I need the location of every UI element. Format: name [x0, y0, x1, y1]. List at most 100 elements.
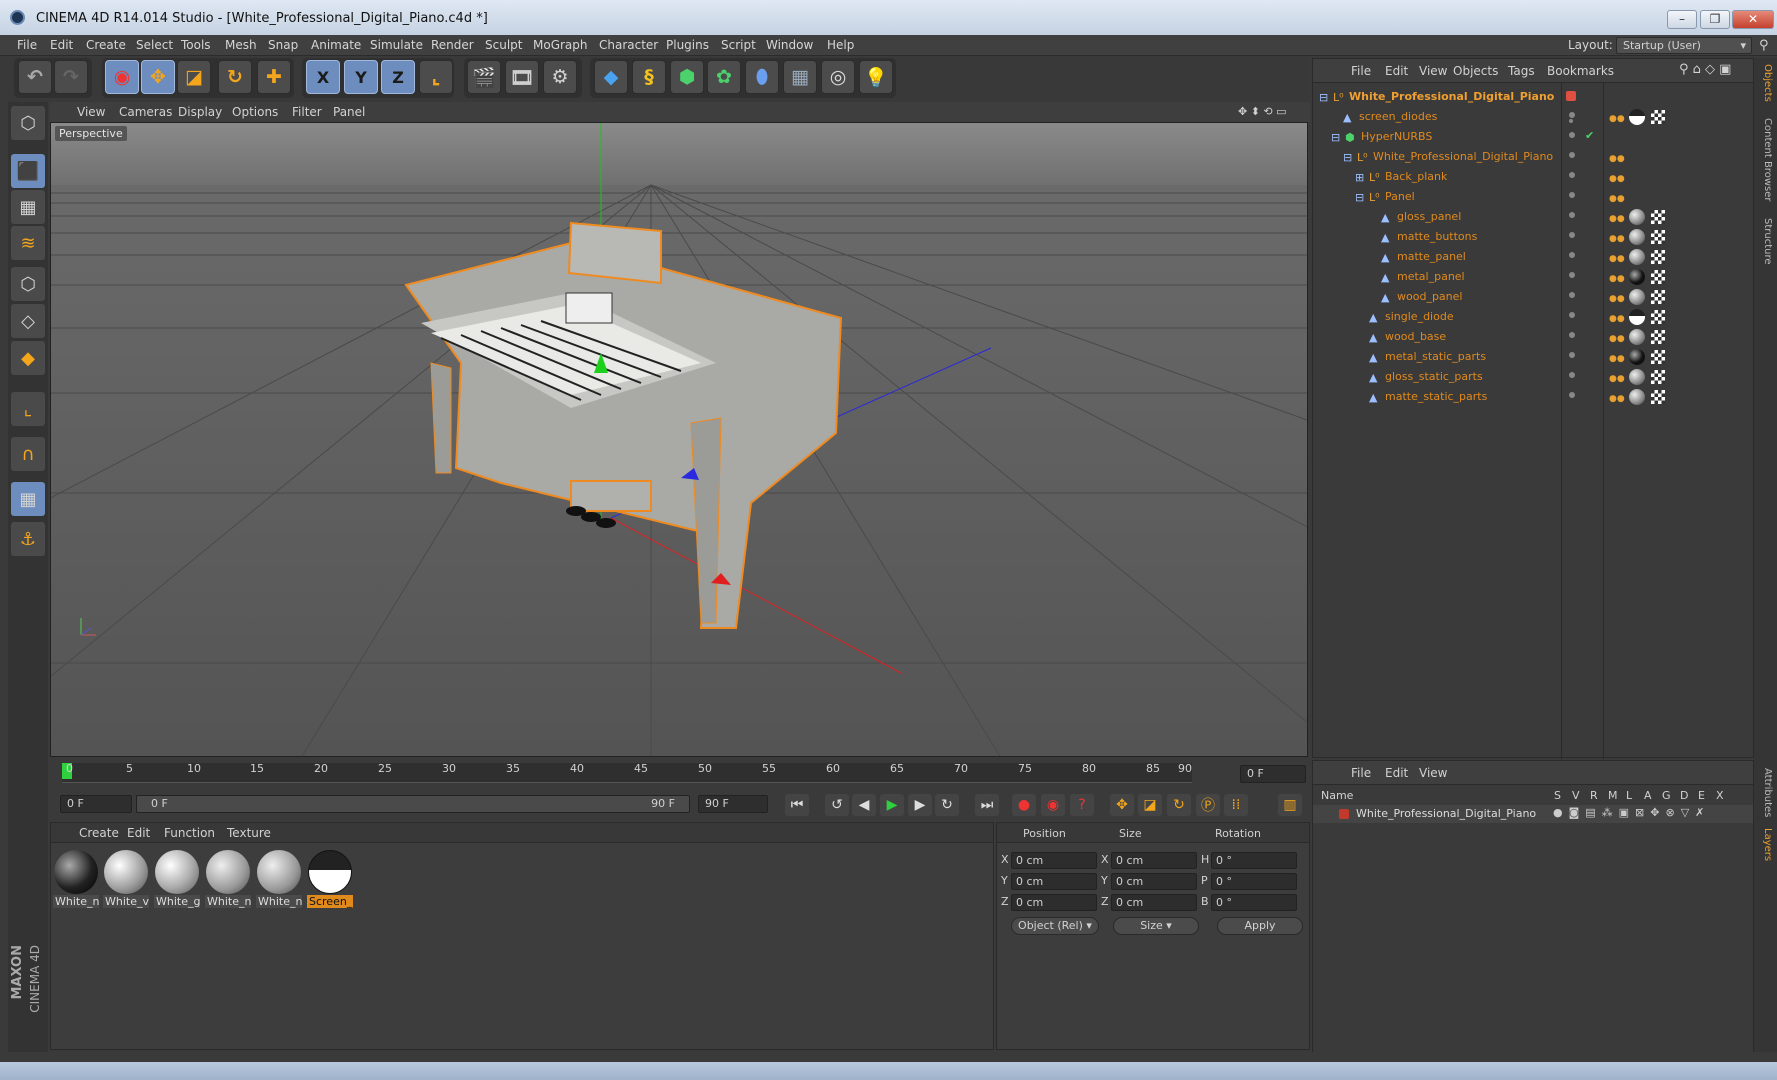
previous-frame-icon[interactable]: ◀ [852, 794, 876, 816]
menu-file[interactable]: File [17, 38, 37, 52]
end-frame-field[interactable]: 90 F [698, 795, 768, 813]
object-row[interactable]: ▲ matte_static_parts ●● [1313, 387, 1753, 407]
light-button[interactable]: 💡 [859, 60, 893, 94]
scale-tool-button[interactable]: ◪ [177, 60, 211, 94]
axis-mode-icon[interactable]: ⌞ [11, 392, 45, 426]
object-row[interactable]: ▲ single_diode ●● [1313, 307, 1753, 327]
rotate-tool-button[interactable]: ↻ [218, 60, 252, 94]
position-y-field[interactable]: 0 cm [1011, 873, 1097, 890]
maximize-button[interactable]: ❐ [1700, 10, 1730, 29]
deformer-button[interactable]: ⬮ [745, 60, 779, 94]
redo-button[interactable]: ↷ [54, 60, 88, 94]
layer-flag-icons[interactable]: ●◙▤⁂▣⊠✥⊗▽✗ [1553, 806, 1710, 819]
key-parameter-icon[interactable]: Ⓟ [1196, 794, 1220, 816]
y-axis-lock-button[interactable]: Y [344, 60, 378, 94]
cube-object-button[interactable]: ◆ [594, 60, 628, 94]
x-axis-lock-button[interactable]: X [306, 60, 340, 94]
object-row[interactable]: ⊟ L⁰ White_Professional_Digital_Piano [1313, 87, 1753, 107]
position-x-field[interactable]: 0 cm [1011, 852, 1097, 869]
menu-window[interactable]: Window [766, 38, 813, 52]
object-row[interactable]: ▲ metal_static_parts ●● [1313, 347, 1753, 367]
key-rotation-icon[interactable]: ↻ [1167, 794, 1191, 816]
render-view-button[interactable]: 🎬 [467, 60, 501, 94]
undo-button[interactable]: ↶ [18, 60, 52, 94]
menu-script[interactable]: Script [721, 38, 756, 52]
material-menu-texture[interactable]: Texture [227, 826, 271, 840]
key-scale-icon[interactable]: ◪ [1138, 794, 1162, 816]
menu-edit[interactable]: Edit [50, 38, 73, 52]
viewport-menu-panel[interactable]: Panel [333, 105, 365, 119]
render-settings-button[interactable]: ⚙ [543, 60, 577, 94]
objects-menu-objects[interactable]: Objects [1453, 64, 1498, 78]
viewport-menu-cameras[interactable]: Cameras [119, 105, 172, 119]
material-swatch[interactable]: White_g [154, 849, 200, 909]
previous-key-icon[interactable]: ↺ [825, 794, 849, 816]
objects-menu-bookmarks[interactable]: Bookmarks [1547, 64, 1614, 78]
workplane-lock-icon[interactable]: ▦ [11, 482, 45, 516]
size-x-field[interactable]: 0 cm [1111, 852, 1197, 869]
object-row[interactable]: ⊟ L⁰ White_Professional_Digital_Piano ●● [1313, 147, 1753, 167]
layer-color-icon[interactable] [1339, 809, 1349, 819]
layer-name[interactable]: White_Professional_Digital_Piano [1356, 807, 1536, 820]
menu-simulate[interactable]: Simulate [370, 38, 423, 52]
autokey-icon[interactable]: ◉ [1041, 794, 1065, 816]
objects-menu-tags[interactable]: Tags [1508, 64, 1535, 78]
add-tool-button[interactable]: ✚ [257, 60, 291, 94]
material-menu-function[interactable]: Function [164, 826, 215, 840]
close-button[interactable]: ✕ [1732, 10, 1774, 29]
size-z-field[interactable]: 0 cm [1111, 894, 1197, 911]
go-to-end-icon[interactable]: ⏭ [975, 794, 999, 816]
viewport-menu-filter[interactable]: Filter [292, 105, 322, 119]
object-row[interactable]: ▲ screen_diodes ●● [1313, 107, 1753, 127]
coordinate-mode-dropdown[interactable]: Object (Rel) ▾ [1011, 917, 1099, 935]
tab-structure[interactable]: Structure [1757, 218, 1773, 265]
workplane-mode-icon[interactable]: ≋ [11, 226, 45, 260]
solo-mode-icon[interactable]: ⚓ [11, 522, 45, 556]
material-swatch[interactable]: White_n [205, 849, 251, 909]
material-swatch[interactable]: White_v [103, 849, 149, 909]
object-row[interactable]: ▲ matte_buttons ●● [1313, 227, 1753, 247]
position-z-field[interactable]: 0 cm [1011, 894, 1097, 911]
material-menu-create[interactable]: Create [79, 826, 119, 840]
z-axis-lock-button[interactable]: Z [381, 60, 415, 94]
menu-render[interactable]: Render [431, 38, 474, 52]
record-active-icon[interactable]: ● [1012, 794, 1036, 816]
layers-menu-file[interactable]: File [1351, 766, 1371, 780]
object-row[interactable]: ⊟ L⁰ Panel ●● [1313, 187, 1753, 207]
layers-menu-edit[interactable]: Edit [1385, 766, 1408, 780]
move-tool-button[interactable]: ✥ [141, 60, 175, 94]
viewport-menu-options[interactable]: Options [232, 105, 278, 119]
size-mode-dropdown[interactable]: Size ▾ [1113, 917, 1199, 935]
menu-mograph[interactable]: MoGraph [533, 38, 588, 52]
coordinate-system-button[interactable]: ⌞ [419, 60, 453, 94]
material-swatch[interactable]: White_n [53, 849, 99, 909]
cloner-button[interactable]: ✿ [707, 60, 741, 94]
go-to-start-icon[interactable]: ⏮ [785, 794, 809, 816]
magnet-icon[interactable]: ∩ [11, 437, 45, 471]
object-row[interactable]: ⊞ L⁰ Back_plank ●● [1313, 167, 1753, 187]
menu-select[interactable]: Select [136, 38, 173, 52]
viewport-menu-display[interactable]: Display [178, 105, 222, 119]
key-position-icon[interactable]: ✥ [1110, 794, 1134, 816]
texture-mode-icon[interactable]: ▦ [11, 190, 45, 224]
next-key-icon[interactable]: ↻ [935, 794, 959, 816]
minimize-button[interactable]: – [1667, 10, 1697, 29]
tab-layers[interactable]: Layers [1757, 828, 1773, 861]
menu-character[interactable]: Character [599, 38, 658, 52]
viewport-navigation-icons[interactable]: ✥ ⬍ ⟲ ▭ [1238, 105, 1287, 118]
material-swatch-selected[interactable]: Screen_l [307, 849, 353, 909]
rotation-b-field[interactable]: 0 ° [1211, 894, 1297, 911]
layout-dropdown[interactable]: Startup (User) ▾ [1616, 37, 1752, 54]
objects-search-icons[interactable]: ⚲ ⌂ ◇ ▣ [1679, 62, 1731, 77]
menu-snap[interactable]: Snap [268, 38, 298, 52]
edges-mode-icon[interactable]: ◇ [11, 304, 45, 338]
make-editable-icon[interactable]: ⬡ [11, 106, 45, 140]
next-frame-icon[interactable]: ▶ [908, 794, 932, 816]
subdivision-surface-button[interactable]: ⬢ [670, 60, 704, 94]
menu-plugins[interactable]: Plugins [666, 38, 709, 52]
spline-pen-button[interactable]: § [632, 60, 666, 94]
frame-range-slider[interactable]: 0 F 90 F [136, 795, 690, 813]
render-picture-viewer-button[interactable]: 🎞 [505, 60, 539, 94]
menu-create[interactable]: Create [86, 38, 126, 52]
live-selection-button[interactable]: ◉ [105, 60, 139, 94]
